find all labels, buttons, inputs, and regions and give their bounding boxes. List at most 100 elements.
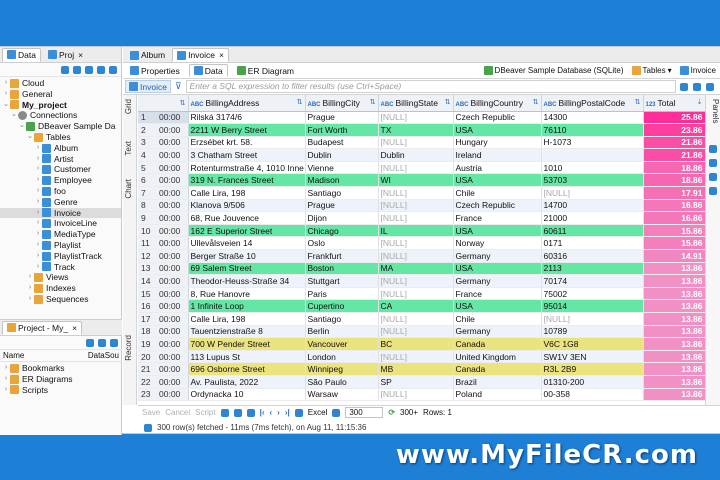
cell-billing-city[interactable]: Cupertino xyxy=(305,299,379,313)
cell-billing-postal-code[interactable]: 1010 xyxy=(541,161,644,175)
cell-billing-country[interactable]: Hungary xyxy=(453,136,542,150)
column-header-billing-postal-code[interactable]: ABC BillingPostalCode ⇅ xyxy=(541,95,644,112)
tree-node[interactable]: › Invoice xyxy=(0,207,121,219)
tree-node[interactable]: › Views xyxy=(0,272,121,283)
cell-billing-postal-code[interactable]: 00-358 xyxy=(541,388,644,402)
cell-billing-city[interactable]: Fort Worth xyxy=(305,123,379,137)
cell-billing-city[interactable]: Budapest xyxy=(305,136,379,150)
chevron-right-icon[interactable]: › xyxy=(34,197,42,208)
tree-node[interactable]: › General xyxy=(0,89,121,100)
cell-billing-state[interactable]: BC xyxy=(378,337,454,351)
cell-total[interactable]: 13.86 xyxy=(643,287,705,301)
tree-node[interactable]: › Track xyxy=(0,262,121,273)
cell-billing-address[interactable]: 319 N. Frances Street xyxy=(188,173,306,188)
delete-row-icon[interactable] xyxy=(246,408,255,417)
panel-calc-icon[interactable] xyxy=(709,173,717,181)
cell-billing-city[interactable]: Vienne xyxy=(305,161,379,175)
cell-total[interactable]: 17.91 xyxy=(643,186,705,200)
cell-billing-state[interactable]: [NULL] xyxy=(378,388,454,402)
link-icon[interactable] xyxy=(110,338,118,347)
cell-total[interactable]: 13.86 xyxy=(643,312,705,326)
cell-billing-country[interactable]: USA xyxy=(453,123,542,137)
tab-database-navigator[interactable]: Data xyxy=(2,47,41,62)
tree-node[interactable]: › Genre xyxy=(0,197,121,208)
chevron-down-icon[interactable]: ⌄ xyxy=(18,121,26,132)
row-number[interactable]: 16 00:00 xyxy=(138,299,189,313)
sort-icon[interactable]: ⇅ xyxy=(533,98,539,106)
cell-billing-state[interactable]: [NULL] xyxy=(378,312,454,326)
chevron-down-icon[interactable]: ⌄ xyxy=(26,132,34,143)
cell-billing-address[interactable]: 69 Salem Street xyxy=(188,262,306,276)
tree-node[interactable]: ⌄ Connections xyxy=(0,110,121,121)
tab-grid[interactable]: Grid xyxy=(124,99,136,114)
tab-panels[interactable]: Panels xyxy=(708,99,720,123)
tree-node[interactable]: ⌄ DBeaver Sample Da xyxy=(0,121,121,132)
cell-billing-country[interactable]: USA xyxy=(453,224,542,238)
sort-icon[interactable]: ⇅ xyxy=(635,98,641,106)
cell-billing-postal-code[interactable]: 76110 xyxy=(541,123,644,137)
cell-billing-city[interactable]: Santiago xyxy=(305,312,379,326)
chevron-right-icon[interactable]: › xyxy=(2,89,10,100)
row-number[interactable]: 18 00:00 xyxy=(138,325,189,339)
table-row[interactable]: 10 00:00 162 E Superior Street Chicago IL USA… xyxy=(138,224,705,238)
chevron-right-icon[interactable]: › xyxy=(34,186,42,197)
chevron-right-icon[interactable]: › xyxy=(34,218,42,229)
fetch-settings-icon[interactable] xyxy=(332,408,341,417)
table-row[interactable]: 21 00:00 696 Osborne Street Winnipeg MB Canad… xyxy=(138,362,705,376)
column-header-billing-state[interactable]: ABC BillingState ⇅ xyxy=(378,95,454,112)
cell-billing-postal-code[interactable]: R3L 2B9 xyxy=(541,362,644,376)
tree-node[interactable]: ⌄ Tables xyxy=(0,132,121,143)
cell-billing-address[interactable]: Rotenturmstraße 4, 1010 Inne xyxy=(188,161,306,175)
chevron-down-icon[interactable]: ⌄ xyxy=(10,110,18,121)
cell-total[interactable]: 13.86 xyxy=(643,375,705,389)
clear-filter-icon[interactable] xyxy=(693,82,701,91)
filter-table-label[interactable]: Invoice xyxy=(125,80,171,93)
filter-input[interactable]: Enter a SQL expression to filter results… xyxy=(185,80,676,93)
cell-billing-postal-code[interactable]: V6C 1G8 xyxy=(541,337,644,351)
apply-filter-icon[interactable] xyxy=(680,82,688,91)
fetch-all-button[interactable]: 300+ xyxy=(400,408,418,417)
script-button[interactable]: Script xyxy=(195,408,215,417)
cell-billing-postal-code[interactable]: 01310-200 xyxy=(541,375,644,389)
row-number[interactable]: 10 00:00 xyxy=(138,224,189,238)
cell-total[interactable]: 13.86 xyxy=(643,262,705,276)
tree-node[interactable]: › PlaylistTrack xyxy=(0,251,121,262)
cell-billing-city[interactable]: São Paulo xyxy=(305,375,379,389)
cell-billing-city[interactable]: Santiago xyxy=(305,186,379,200)
cell-billing-country[interactable]: Germany xyxy=(453,274,542,288)
cell-billing-postal-code[interactable]: 60611 xyxy=(541,224,644,238)
cell-billing-postal-code[interactable]: [NULL] xyxy=(541,312,644,326)
cell-billing-postal-code[interactable]: 60316 xyxy=(541,249,644,263)
table-row[interactable]: 9 00:00 68, Rue Jouvence Dijon [NULL] France 2… xyxy=(138,211,705,225)
cell-billing-postal-code[interactable]: SW1V 3EN xyxy=(541,350,644,364)
chevron-right-icon[interactable]: › xyxy=(26,272,34,283)
column-header-billing-country[interactable]: ABC BillingCountry ⇅ xyxy=(453,95,542,112)
cell-billing-address[interactable]: 2211 W Berry Street xyxy=(188,123,306,137)
tab-projects[interactable]: Proj × xyxy=(43,48,88,62)
cell-total[interactable]: 15.86 xyxy=(643,236,705,251)
cell-billing-city[interactable]: Frankfurt xyxy=(305,249,379,263)
cell-billing-address[interactable]: Rilská 3174/6 xyxy=(188,111,306,125)
cell-billing-country[interactable]: USA xyxy=(453,262,542,276)
tab-invoice[interactable]: Invoice × xyxy=(172,48,229,62)
cell-billing-country[interactable]: USA xyxy=(453,299,542,313)
cell-billing-country[interactable]: Norway xyxy=(453,236,542,251)
chevron-right-icon[interactable]: › xyxy=(34,229,42,240)
cell-billing-state[interactable]: [NULL] xyxy=(378,249,454,263)
cell-billing-address[interactable]: 1 Infinite Loop xyxy=(188,299,306,313)
cell-total[interactable]: 16.86 xyxy=(643,199,705,213)
column-header-rownum[interactable]: ⇅ xyxy=(138,95,189,112)
row-number[interactable]: 21 00:00 xyxy=(138,362,189,376)
tree-node[interactable]: ⌄ My_project xyxy=(0,100,121,111)
cell-billing-address[interactable]: 700 W Pender Street xyxy=(188,337,306,351)
tree-node[interactable]: › Playlist xyxy=(0,240,121,251)
table-row[interactable]: 5 00:00 Rotenturmstraße 4, 1010 Inne Vienne… xyxy=(138,161,705,175)
row-number[interactable]: 11 00:00 xyxy=(138,236,189,251)
chevron-right-icon[interactable]: › xyxy=(2,374,10,385)
sort-desc-icon[interactable]: ⇣ xyxy=(697,98,703,106)
row-number[interactable]: 19 00:00 xyxy=(138,337,189,351)
cell-total[interactable]: 15.86 xyxy=(643,224,705,238)
cell-billing-postal-code[interactable] xyxy=(541,148,644,162)
cell-billing-city[interactable]: Oslo xyxy=(305,236,379,251)
close-icon[interactable]: × xyxy=(72,323,77,333)
